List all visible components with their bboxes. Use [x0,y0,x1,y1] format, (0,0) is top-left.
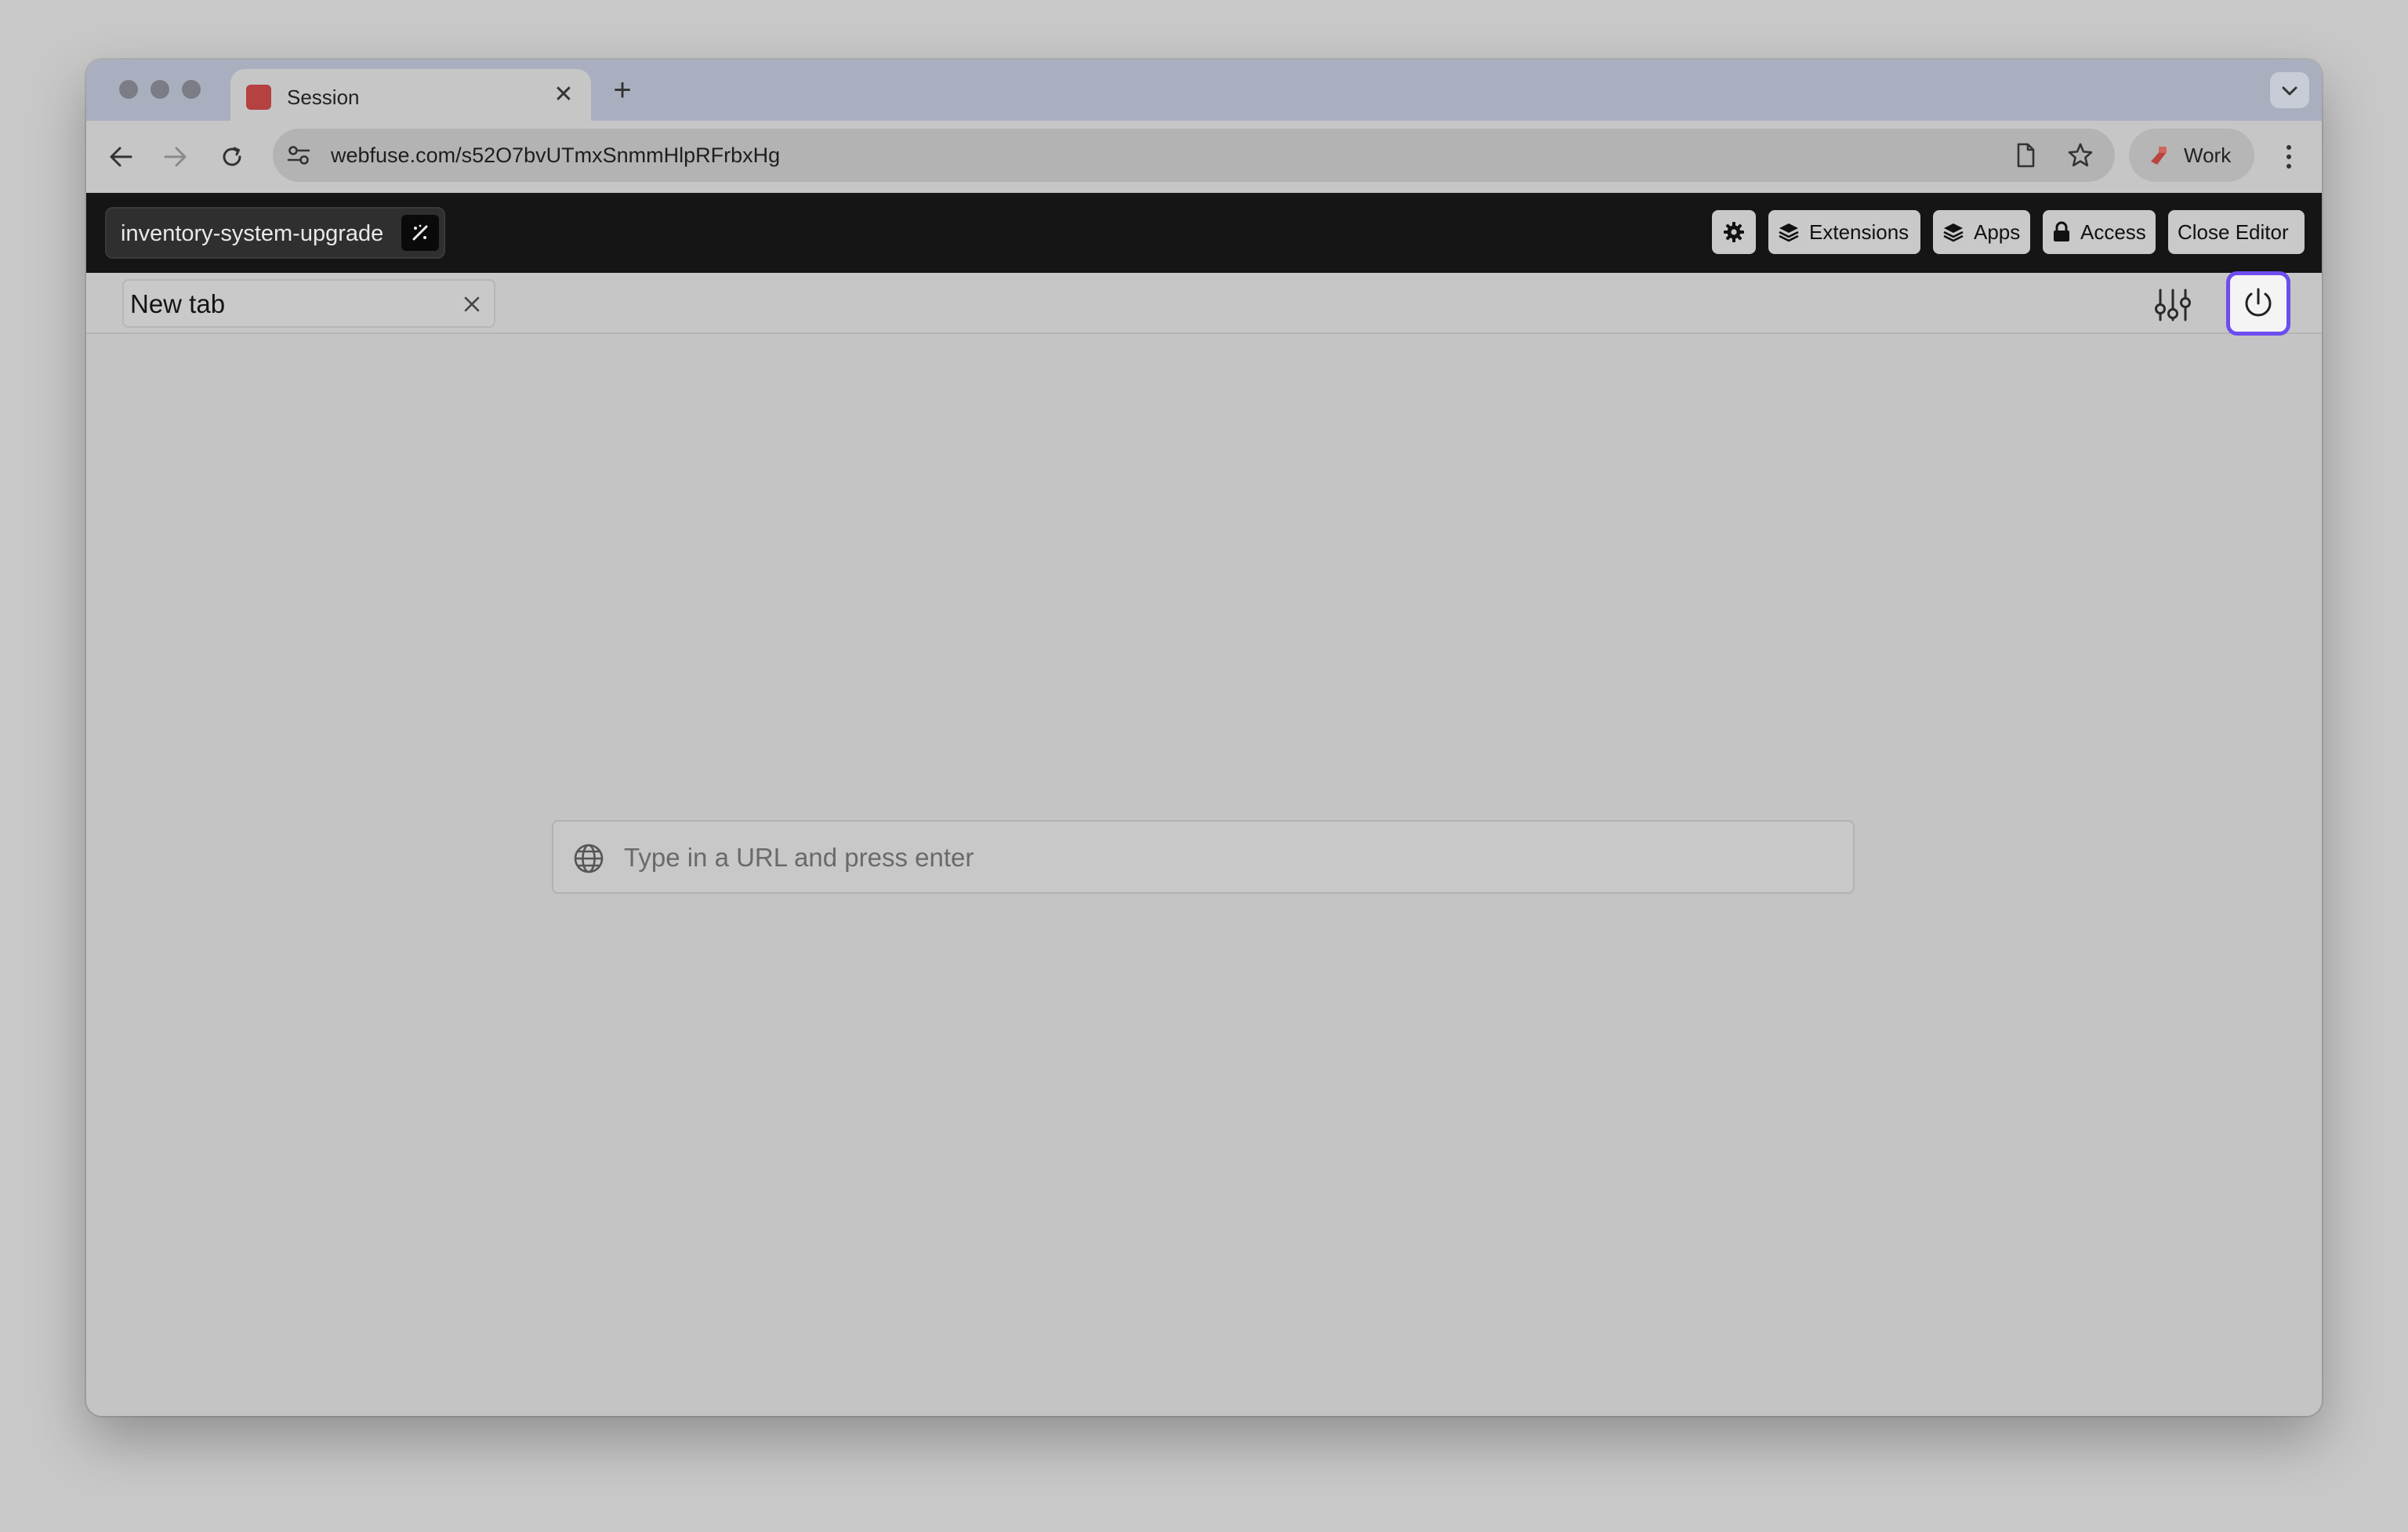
kebab-menu-icon [2287,164,2291,169]
reload-button[interactable] [215,140,249,174]
layers-icon [1943,223,1964,242]
url-entry-box[interactable] [552,820,1855,894]
close-icon[interactable] [461,293,483,315]
power-button[interactable] [2226,271,2290,336]
close-editor-button[interactable]: Close Editor [2168,210,2305,254]
extensions-button[interactable]: Extensions [1768,210,1920,254]
kebab-menu-icon [2287,154,2291,159]
maximize-window-button[interactable] [182,80,201,99]
tab-search-button[interactable] [2270,72,2309,108]
back-button[interactable] [103,140,138,174]
browser-toolbar: webfuse.com/s52O7bvUTmxSnmmHlpRFrbxHg Wo… [86,121,2322,193]
browser-window: Session ✕ + webfuse.com/s52O7bvUTmxSnmmH… [86,60,2322,1416]
arrow-left-icon [110,147,132,167]
profile-label: Work [2184,143,2232,167]
address-bar[interactable]: webfuse.com/s52O7bvUTmxSnmmHlpRFrbxHg [273,129,2115,182]
new-tab-button[interactable]: + [607,74,638,107]
layers-icon [1779,223,1799,242]
project-selector[interactable]: inventory-system-upgrade [105,207,445,259]
session-tab-title: New tab [130,289,226,318]
access-label: Access [2080,220,2146,244]
close-editor-label: Close Editor [2178,220,2289,244]
kebab-menu-icon [2287,145,2291,150]
gear-icon [1724,222,1744,242]
close-window-button[interactable] [119,80,138,99]
editor-bar: inventory-system-upgrade Extensions Apps… [86,193,2322,273]
minimize-window-button[interactable] [150,80,169,99]
project-magic-button[interactable] [401,215,439,251]
session-favicon-icon [246,85,271,110]
address-url[interactable]: webfuse.com/s52O7bvUTmxSnmmHlpRFrbxHg [331,143,780,168]
project-name: inventory-system-upgrade [121,221,384,246]
arrow-right-icon [164,147,187,167]
globe-icon [574,844,604,873]
browser-menu-button[interactable] [2273,140,2305,174]
lock-icon [2054,221,2069,241]
session-tab-bar: New tab [86,271,2322,336]
extensions-label: Extensions [1809,220,1909,244]
profile-avatar-icon [2151,147,2167,165]
document-icon[interactable] [2011,141,2040,169]
tab-close-icon[interactable]: ✕ [550,82,577,108]
power-icon [2245,288,2272,317]
apps-button[interactable]: Apps [1933,210,2030,254]
access-button[interactable]: Access [2043,210,2156,254]
chevron-down-icon [2282,86,2297,96]
profile-button[interactable]: Work [2129,129,2254,182]
tune-icon[interactable] [287,144,310,166]
magic-wand-icon [412,224,428,241]
forward-button[interactable] [158,140,193,174]
settings-button[interactable] [1712,210,1756,254]
star-icon[interactable] [2066,141,2094,169]
apps-label: Apps [1974,220,2021,244]
browser-tab-title: Session [287,85,360,109]
browser-tab-session[interactable]: Session ✕ [230,69,591,121]
reload-icon [223,147,241,166]
browser-tab-strip: Session ✕ + [86,60,2322,121]
url-input[interactable] [624,837,1831,878]
sliders-icon[interactable] [2152,287,2193,323]
session-tab-new[interactable]: New tab [122,279,495,328]
